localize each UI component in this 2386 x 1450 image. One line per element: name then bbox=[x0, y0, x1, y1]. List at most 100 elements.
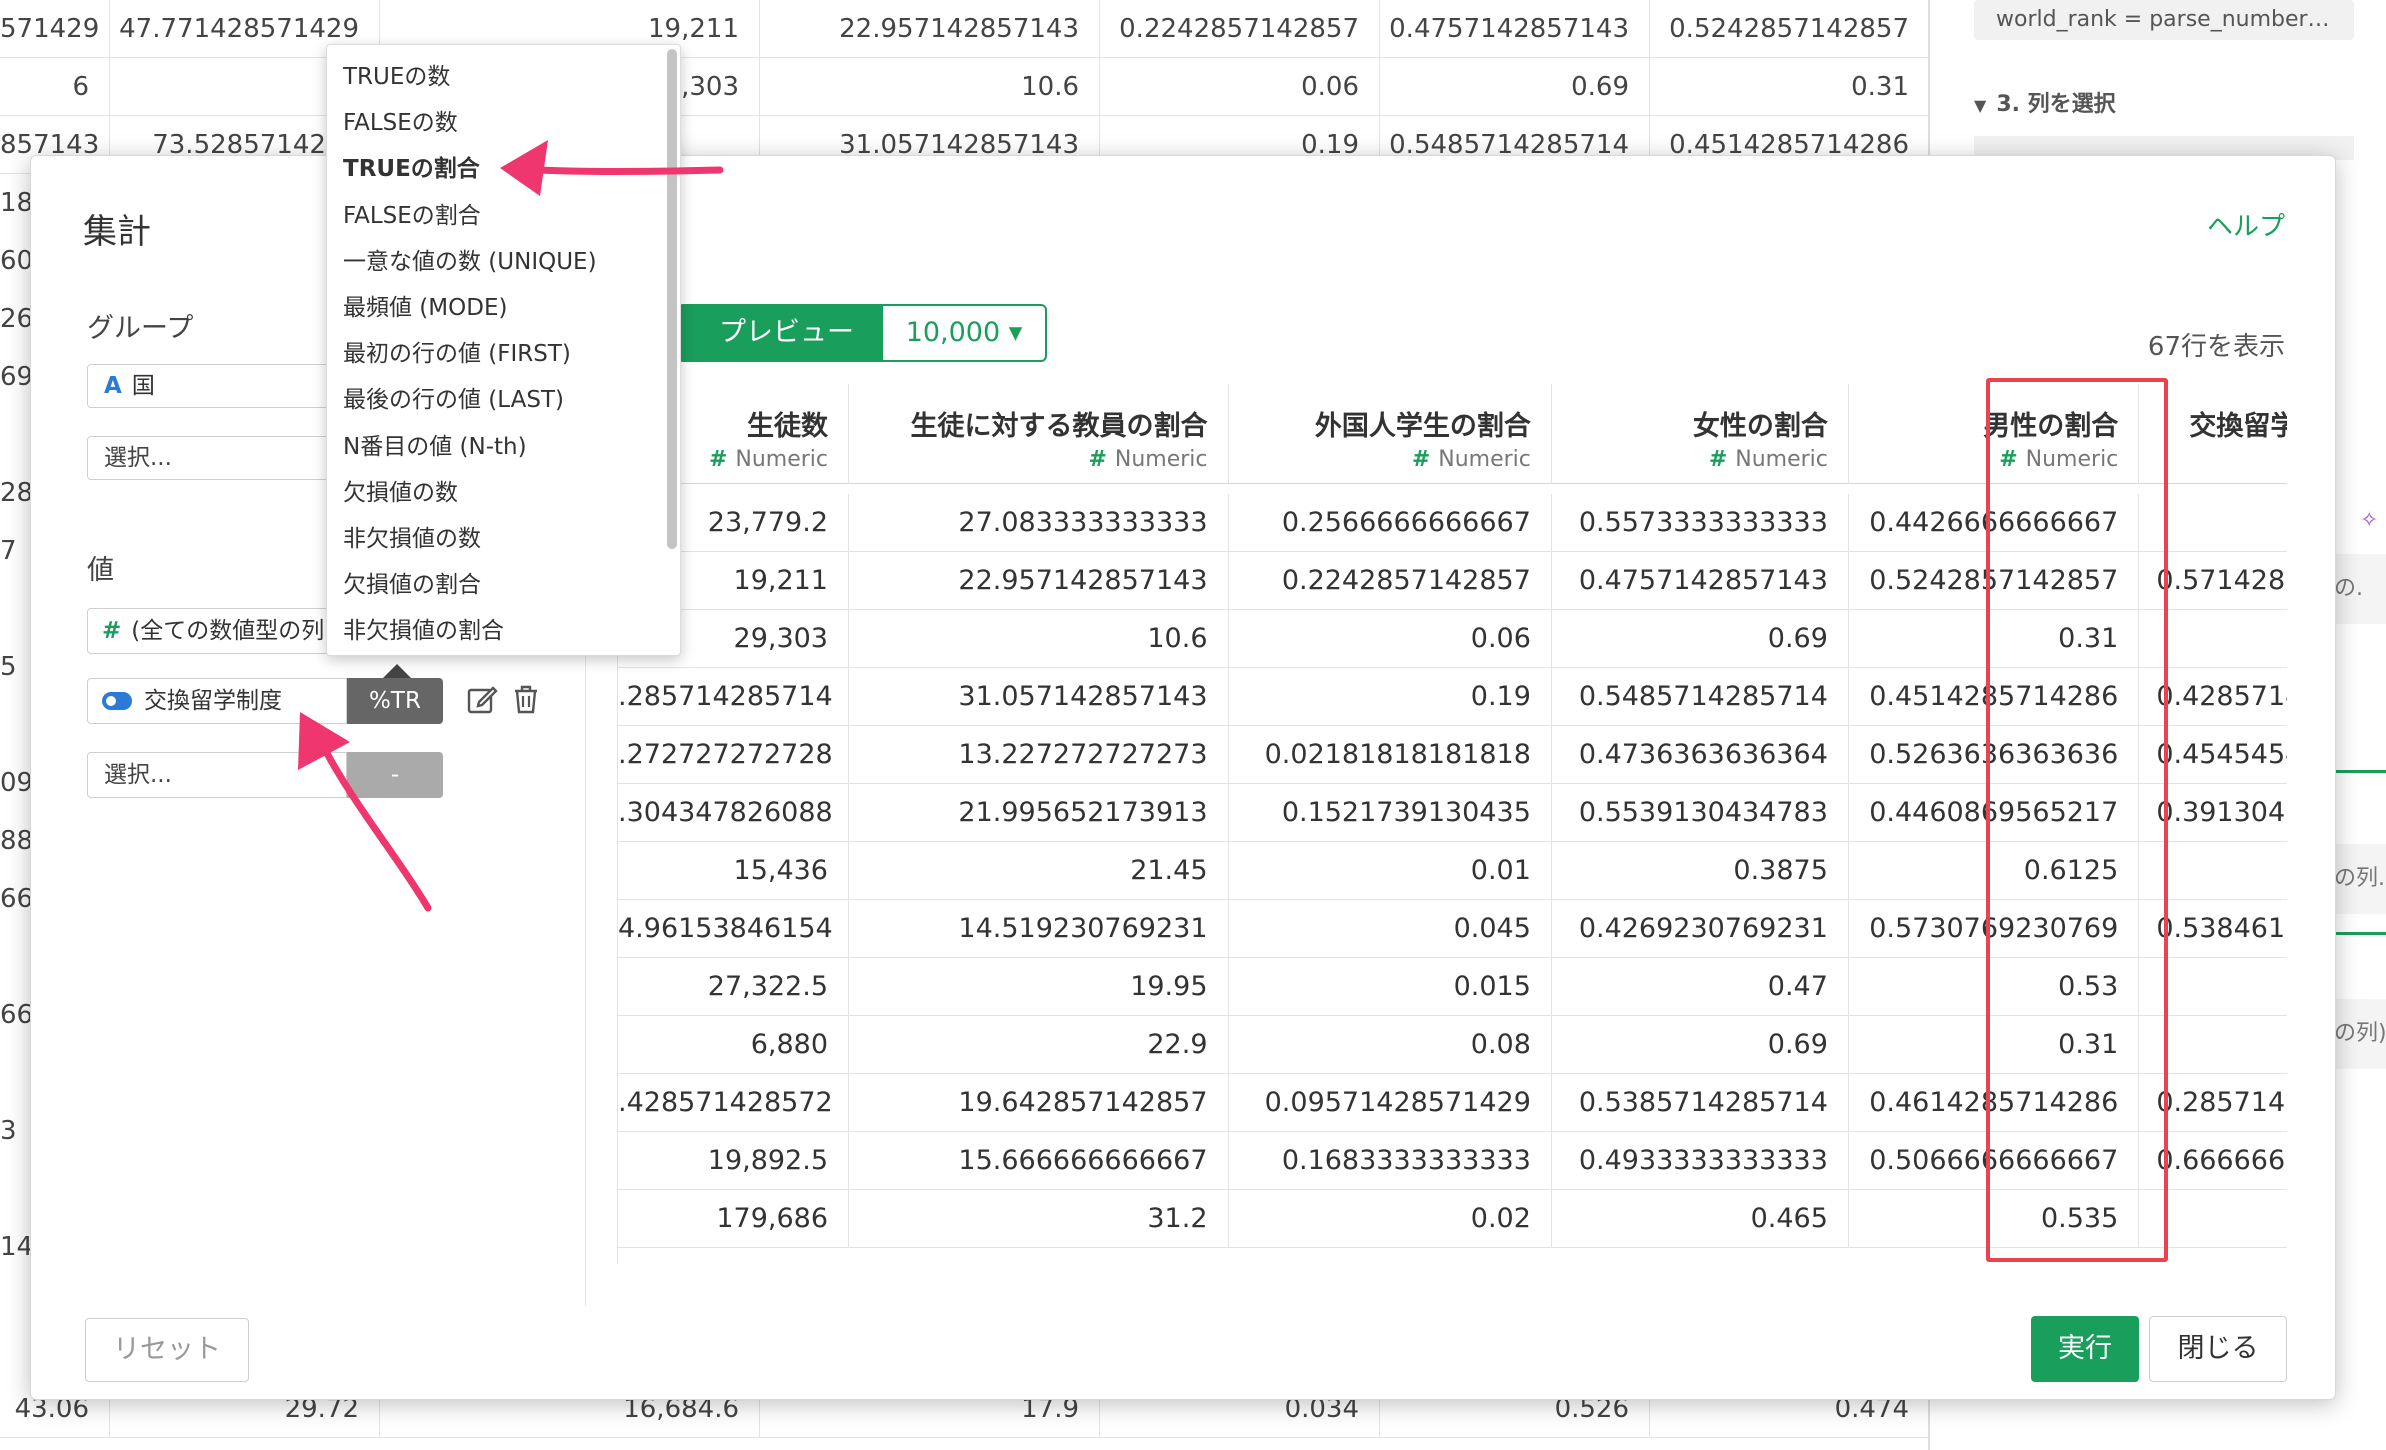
table-cell[interactable]: 1 bbox=[2139, 1016, 2287, 1074]
table-cell[interactable]: 0.535 bbox=[1848, 1190, 2140, 1248]
value-field-exchange[interactable]: 交換留学制度 bbox=[87, 678, 347, 724]
table-cell[interactable]: 0.3875 bbox=[1551, 842, 1849, 900]
menu-item[interactable]: TRUEの割合 bbox=[327, 146, 657, 192]
menu-item[interactable]: FALSEの数 bbox=[327, 100, 657, 146]
table-cell[interactable]: 0.6125 bbox=[1848, 842, 2140, 900]
toggle-icon[interactable] bbox=[102, 692, 132, 710]
menu-item[interactable]: 最後の行の値 (LAST) bbox=[327, 377, 657, 423]
table-cell[interactable]: 0.5539130434783 bbox=[1551, 784, 1849, 842]
table-cell[interactable]: 0.6666666666667 bbox=[2139, 1132, 2287, 1190]
table-cell[interactable]: 0.5242857142857 bbox=[1848, 552, 2140, 610]
table-cell[interactable]: 179,686 bbox=[618, 1190, 849, 1248]
table-cell[interactable]: 4.96153846154 bbox=[618, 900, 849, 958]
table-cell[interactable]: 22.9 bbox=[849, 1016, 1229, 1074]
table-cell[interactable]: 0.5385714285714 bbox=[1551, 1074, 1849, 1132]
table-cell[interactable]: 0.5 bbox=[2139, 958, 2287, 1016]
table-cell[interactable]: 0.69 bbox=[1551, 610, 1849, 668]
menu-item[interactable]: TRUEの数 bbox=[327, 54, 657, 100]
close-button[interactable]: 閉じる bbox=[2149, 1316, 2287, 1382]
table-cell[interactable]: 0.5714285714286 bbox=[2139, 552, 2287, 610]
column-header[interactable]: 男性の割合 # Numeric bbox=[1848, 384, 2140, 484]
menu-scrollbar[interactable] bbox=[667, 49, 677, 549]
aggregation-function-button[interactable]: %TR bbox=[347, 678, 443, 724]
table-cell[interactable]: 0.4426666666667 bbox=[1848, 494, 2140, 552]
table-cell[interactable]: .428571428572 bbox=[618, 1074, 849, 1132]
table-cell[interactable]: 6,880 bbox=[618, 1016, 849, 1074]
menu-item[interactable]: 非欠損値の数 bbox=[327, 516, 657, 562]
table-cell[interactable]: 0.53 bbox=[1848, 958, 2140, 1016]
table-cell[interactable]: 0.5263636363636 bbox=[1848, 726, 2140, 784]
column-header[interactable]: 女性の割合 # Numeric bbox=[1551, 384, 1849, 484]
table-cell[interactable]: 22.957142857143 bbox=[849, 552, 1229, 610]
menu-item[interactable]: 最頻値 (MODE) bbox=[327, 285, 657, 331]
table-cell[interactable]: 0.4514285714286 bbox=[1848, 668, 2140, 726]
column-header[interactable]: 生徒に対する教員の割合 # Numeric bbox=[849, 384, 1229, 484]
table-cell[interactable]: 0.4757142857143 bbox=[1551, 552, 1849, 610]
value-select-aggregation[interactable]: - bbox=[347, 752, 443, 798]
table-cell[interactable]: 21.995652173913 bbox=[849, 784, 1229, 842]
run-button[interactable]: 実行 bbox=[2031, 1316, 2139, 1382]
table-cell[interactable]: 0.465 bbox=[1551, 1190, 1849, 1248]
table-cell[interactable]: 0.69 bbox=[1551, 1016, 1849, 1074]
table-cell[interactable]: 0.19 bbox=[1228, 668, 1552, 726]
reset-button[interactable]: リセット bbox=[85, 1318, 249, 1382]
menu-item[interactable]: FALSEの割合 bbox=[327, 193, 657, 239]
table-cell[interactable]: 0.2566666666667 bbox=[1228, 494, 1552, 552]
table-cell[interactable]: 19,892.5 bbox=[618, 1132, 849, 1190]
table-cell[interactable]: 0.3913043478261 bbox=[2139, 784, 2287, 842]
trash-icon[interactable] bbox=[509, 682, 543, 716]
column-header[interactable]: 外国人学生の割合 # Numeric bbox=[1228, 384, 1552, 484]
table-cell[interactable]: 31.057142857143 bbox=[849, 668, 1229, 726]
table-cell[interactable]: 0 bbox=[2139, 610, 2287, 668]
table-cell[interactable]: 15,436 bbox=[618, 842, 849, 900]
table-cell[interactable]: 31.2 bbox=[849, 1190, 1229, 1248]
table-cell[interactable]: 14.519230769231 bbox=[849, 900, 1229, 958]
table-cell[interactable]: 0.5 bbox=[2139, 1190, 2287, 1248]
table-cell[interactable]: 0.06 bbox=[1228, 610, 1552, 668]
table-cell[interactable]: 0.6 bbox=[2139, 494, 2287, 552]
menu-item[interactable]: 最初の行の値 (FIRST) bbox=[327, 331, 657, 377]
table-cell[interactable]: 27,322.5 bbox=[618, 958, 849, 1016]
table-cell[interactable]: 0.1683333333333 bbox=[1228, 1132, 1552, 1190]
table-cell[interactable]: 0.47 bbox=[1551, 958, 1849, 1016]
table-cell[interactable]: 0.08 bbox=[1228, 1016, 1552, 1074]
menu-item[interactable]: 欠損値の数 bbox=[327, 470, 657, 516]
table-cell[interactable]: 0.02181818181818 bbox=[1228, 726, 1552, 784]
menu-item[interactable]: 非欠損値の割合 bbox=[327, 608, 657, 654]
table-cell[interactable]: 15.666666666667 bbox=[849, 1132, 1229, 1190]
table-cell[interactable]: 27.083333333333 bbox=[849, 494, 1229, 552]
table-cell[interactable]: 0.4460869565217 bbox=[1848, 784, 2140, 842]
edit-icon[interactable] bbox=[465, 682, 499, 716]
table-cell[interactable]: 0.4614285714286 bbox=[1848, 1074, 2140, 1132]
table-cell[interactable]: 0.4736363636364 bbox=[1551, 726, 1849, 784]
side-formula-step[interactable]: world_rank = parse_number… bbox=[1974, 0, 2354, 40]
table-cell[interactable]: 0.045 bbox=[1228, 900, 1552, 958]
column-header[interactable]: 交換留学の対象率 #Numeric bbox=[2139, 384, 2287, 484]
menu-item[interactable]: N番目の値 (N-th) bbox=[327, 424, 657, 470]
menu-item[interactable]: 欠損値の割合 bbox=[327, 562, 657, 608]
table-cell[interactable]: 0.01 bbox=[1228, 842, 1552, 900]
value-select[interactable]: 選択... bbox=[87, 752, 347, 798]
table-cell[interactable]: .272727272728 bbox=[618, 726, 849, 784]
table-cell[interactable]: 0.4285714285714 bbox=[2139, 668, 2287, 726]
table-cell[interactable]: 19.95 bbox=[849, 958, 1229, 1016]
table-cell[interactable]: 0.1521739130435 bbox=[1228, 784, 1552, 842]
table-cell[interactable]: .304347826088 bbox=[618, 784, 849, 842]
side-step-header[interactable]: ▼ 3. 列を選択 bbox=[1974, 86, 2116, 118]
menu-item[interactable]: 一意な値の数 (UNIQUE) bbox=[327, 239, 657, 285]
table-cell[interactable]: 0.2857142857143 bbox=[2139, 1074, 2287, 1132]
table-cell[interactable]: 0.5730769230769 bbox=[1848, 900, 2140, 958]
table-cell[interactable]: 10.6 bbox=[849, 610, 1229, 668]
table-cell[interactable]: 0.4269230769231 bbox=[1551, 900, 1849, 958]
table-cell[interactable]: .285714285714 bbox=[618, 668, 849, 726]
table-cell[interactable]: 0.25 bbox=[2139, 842, 2287, 900]
help-link[interactable]: ヘルプ bbox=[2207, 206, 2285, 243]
table-cell[interactable]: 0.5384615384615 bbox=[2139, 900, 2287, 958]
preview-count-dropdown[interactable]: 10,000 ▾ bbox=[883, 304, 1047, 362]
table-cell[interactable]: 0.09571428571429 bbox=[1228, 1074, 1552, 1132]
table-cell[interactable]: 0.5066666666667 bbox=[1848, 1132, 2140, 1190]
table-cell[interactable]: 0.31 bbox=[1848, 610, 2140, 668]
table-cell[interactable]: 19.642857142857 bbox=[849, 1074, 1229, 1132]
table-cell[interactable]: 0.5485714285714 bbox=[1551, 668, 1849, 726]
table-cell[interactable]: 21.45 bbox=[849, 842, 1229, 900]
